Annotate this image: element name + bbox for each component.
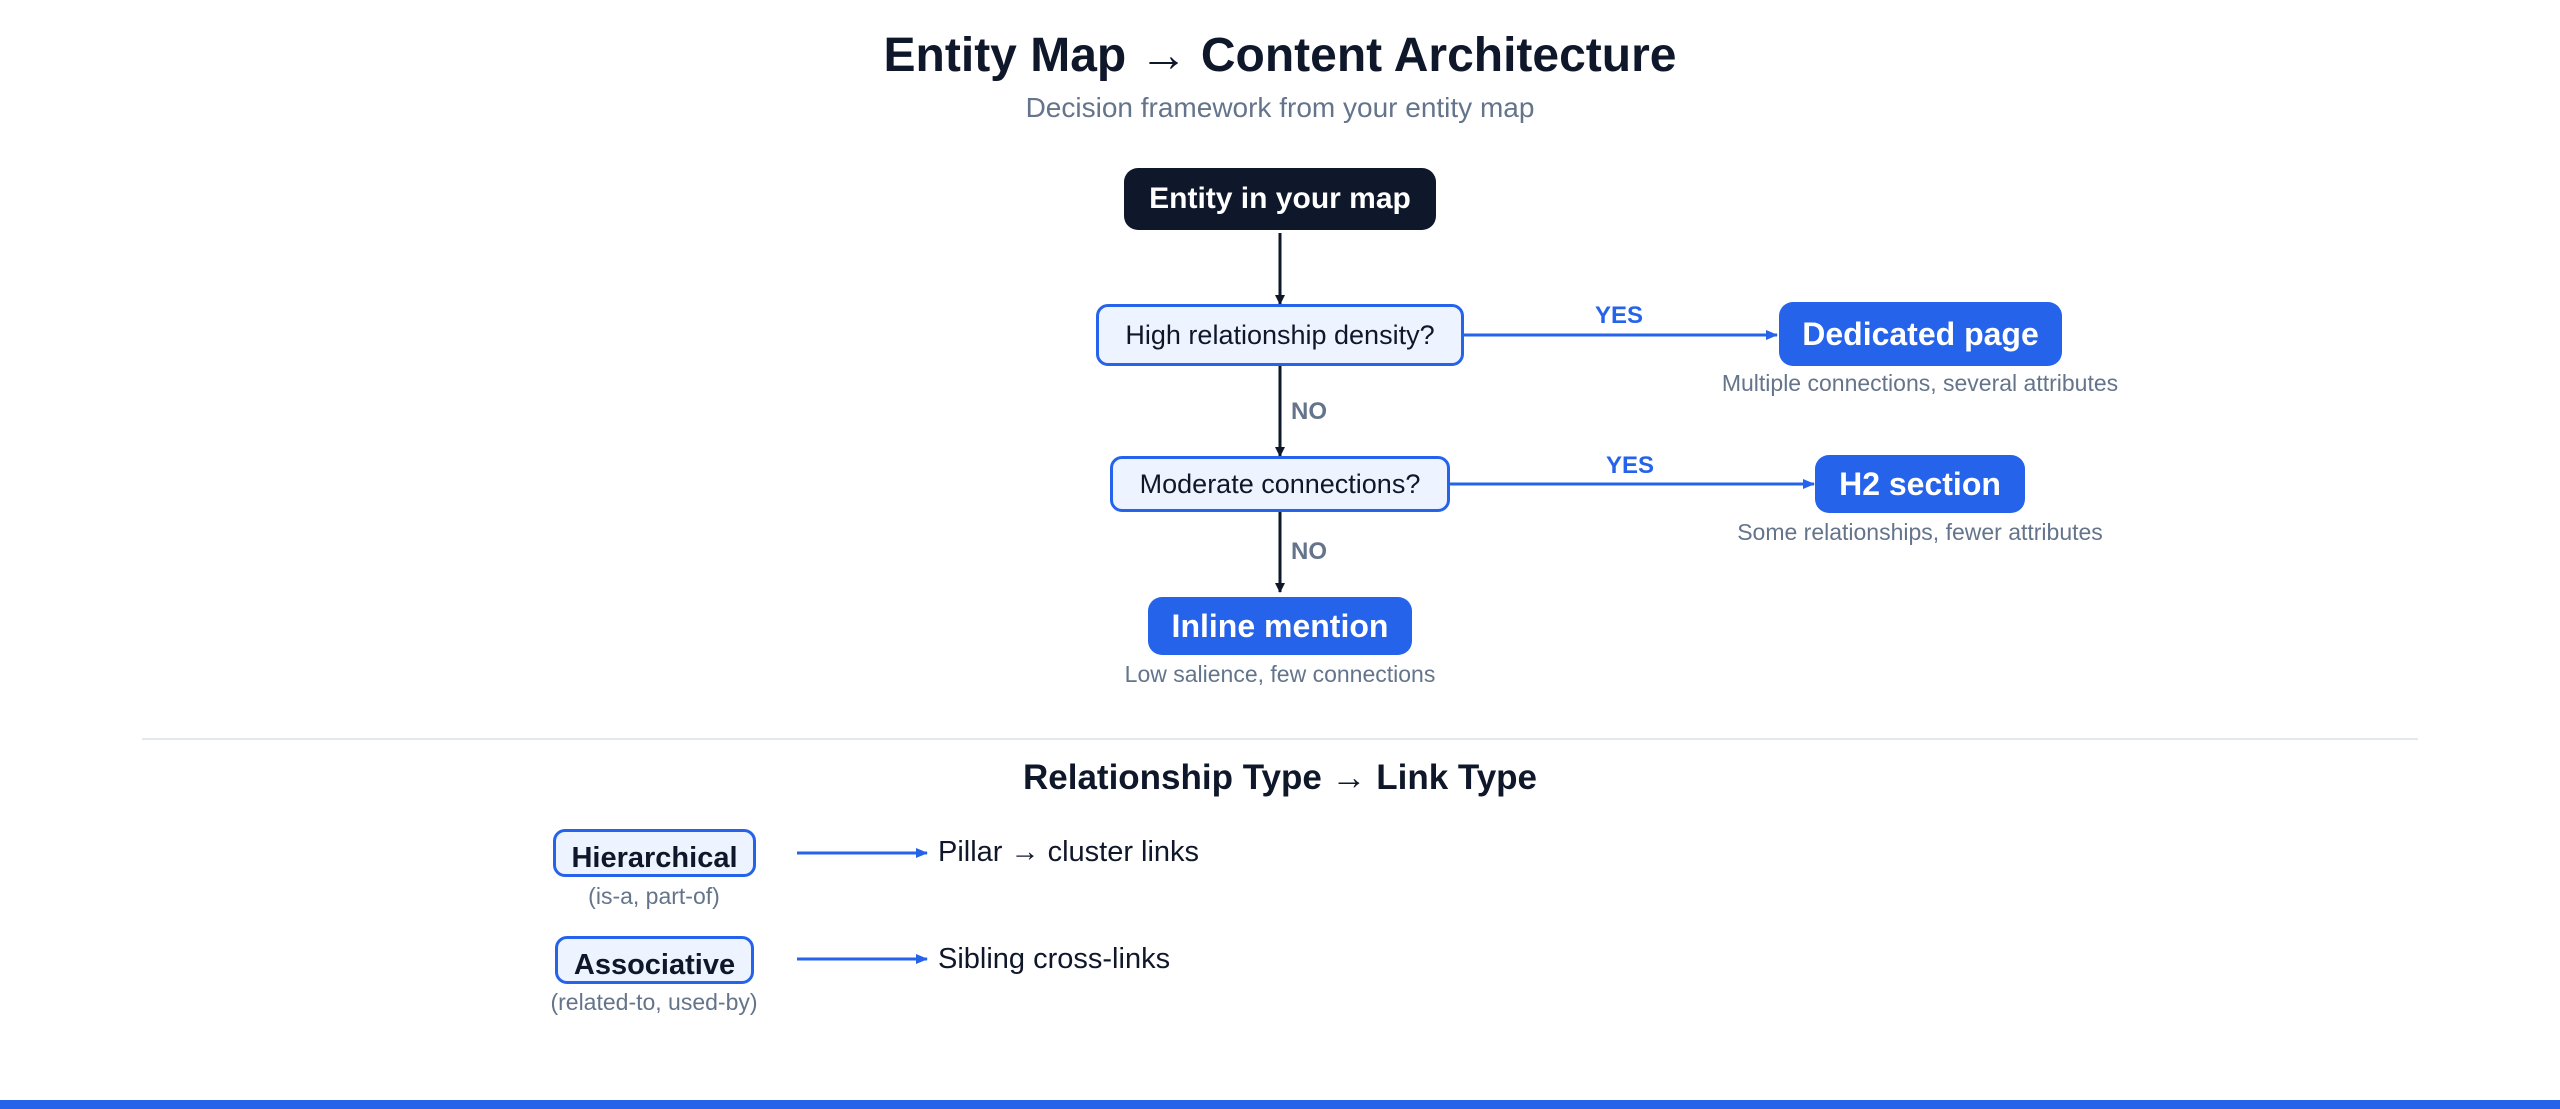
question-node-density: High relationship density? (1096, 304, 1464, 366)
relationship-caption-associative: (related-to, used-by) (550, 989, 758, 1015)
flowchart-connectors (797, 233, 1815, 964)
question-node-moderate: Moderate connections? (1110, 456, 1450, 512)
relationship-caption-hierarchical: (is-a, part-of) (588, 883, 720, 909)
bottom-accent-bar (0, 1100, 2560, 1109)
outcome-node-dedicated-page: Dedicated page (1779, 302, 2062, 366)
section-title: Relationship Type → Link Type (1022, 758, 1538, 797)
outcome-caption-h2-section: Some relationships, fewer attributes (1737, 519, 2103, 545)
edge-label-yes-1: YES (1594, 302, 1644, 329)
link-type-associative: Sibling cross-links (938, 943, 1171, 975)
edge-label-no-2: NO (1291, 538, 1327, 565)
section-divider (142, 738, 2418, 740)
edge-label-yes-2: YES (1605, 452, 1655, 479)
outcome-caption-dedicated-page: Multiple connections, several attributes (1721, 370, 2119, 396)
edge-label-no-1: NO (1291, 398, 1327, 425)
relationship-node-hierarchical: Hierarchical (553, 829, 756, 877)
start-node: Entity in your map (1124, 168, 1436, 230)
outcome-node-h2-section: H2 section (1815, 455, 2025, 513)
relationship-node-associative: Associative (555, 936, 754, 984)
outcome-caption-inline-mention: Low salience, few connections (1124, 661, 1436, 687)
link-type-hierarchical: Pillar → cluster links (938, 836, 1200, 868)
outcome-node-inline-mention: Inline mention (1148, 597, 1412, 655)
